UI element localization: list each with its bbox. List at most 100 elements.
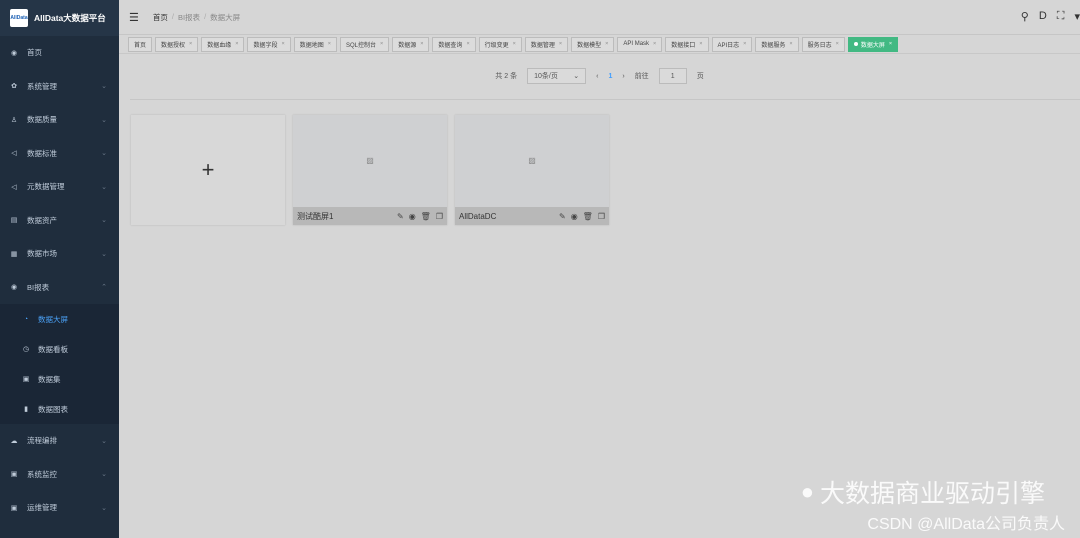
tag-label: 数据服务 (761, 42, 786, 49)
plus-icon: + (201, 157, 215, 182)
tag-label: 数据授权 (161, 42, 186, 49)
close-icon[interactable]: × (189, 41, 192, 47)
active-dot-icon (853, 42, 858, 46)
sidebar-item-0[interactable]: ◉ 首页 (0, 36, 119, 70)
app-logo[interactable]: AllData AllData大数据平台 (0, 0, 119, 36)
breadcrumb-bi[interactable]: BI报表 (178, 12, 200, 23)
page-number[interactable]: 1 (608, 73, 612, 80)
sidebar-item-1[interactable]: ◷ 数据看板 (0, 334, 119, 364)
tag-item[interactable]: API Mask × (617, 36, 663, 52)
chevron-down-icon: ⌄ (101, 150, 107, 158)
dataset-icon: ▣ (22, 376, 30, 383)
tag-item[interactable]: 数据血缘 × (201, 36, 245, 52)
tag-item[interactable]: 数据字段 × (247, 36, 291, 52)
sidebar-item-3[interactable]: ◁ 数据标准 ⌄ (0, 137, 119, 171)
image-placeholder-icon: ▨ (366, 155, 374, 165)
sidebar-item-label: 元数据管理 (27, 182, 65, 192)
close-icon[interactable]: × (699, 41, 702, 47)
sidebar-item-6[interactable]: ▦ 数据市场 ⌄ (0, 237, 119, 271)
goto-label: 前往 (634, 73, 649, 80)
tag-item[interactable]: 数据源 × (392, 36, 430, 52)
tag-item[interactable]: 数据授权 × (155, 36, 199, 52)
more-icon[interactable]: ▾ (1074, 10, 1080, 23)
sidebar-item-2[interactable]: ▣ 运维管理 ⌄ (0, 491, 119, 525)
copy-icon[interactable]: ❐ (436, 212, 443, 221)
prev-page-icon[interactable]: ‹ (596, 73, 598, 80)
close-icon[interactable]: × (235, 41, 238, 47)
breadcrumb-current: 数据大屏 (210, 12, 241, 22)
sidebar-item-label: 数据大屏 (38, 314, 68, 324)
delete-icon[interactable]: 🗑 (421, 212, 431, 221)
sidebar-item-label: 数据市场 (27, 249, 57, 259)
close-icon[interactable]: × (282, 41, 285, 47)
breadcrumb-home[interactable]: 首页 (153, 12, 168, 23)
sidebar-item-label: 数据集 (38, 374, 61, 384)
chevron-down-icon: ⌄ (573, 73, 580, 80)
screen-card[interactable]: ▨ AllDataDC ✎ ◉ 🗑 ❐ (455, 115, 609, 225)
close-icon[interactable]: × (743, 41, 746, 47)
goto-page-input[interactable]: 1 (658, 68, 687, 84)
close-icon[interactable]: × (836, 41, 839, 47)
delete-icon[interactable]: 🗑 (583, 212, 593, 221)
tag-item[interactable]: 服务日志 × (801, 36, 845, 52)
bar-chart-icon: ▮ (24, 406, 28, 413)
search-icon[interactable]: ⚲ (1021, 10, 1029, 23)
close-icon[interactable]: × (653, 41, 656, 47)
view-icon[interactable]: ◉ (409, 212, 416, 221)
sidebar-item-3[interactable]: ▮ 数据图表 (0, 394, 119, 424)
add-screen-card[interactable]: + (131, 115, 285, 225)
copy-icon[interactable]: ❐ (598, 212, 605, 221)
edit-icon[interactable]: ✎ (397, 212, 404, 221)
wechat-icon: ● (800, 479, 814, 504)
close-icon[interactable]: × (559, 41, 562, 47)
tag-item[interactable]: 数据服务 × (755, 36, 799, 52)
tag-item[interactable]: 数据查询 × (432, 36, 476, 52)
close-icon[interactable]: × (889, 41, 892, 47)
close-icon[interactable]: × (328, 41, 331, 47)
next-page-icon[interactable]: › (622, 73, 624, 80)
close-icon[interactable]: × (789, 41, 792, 47)
tag-item[interactable]: 首页 (128, 36, 153, 52)
chevron-down-icon: ⌄ (101, 250, 107, 258)
close-icon[interactable]: × (466, 41, 469, 47)
document-icon: ▤ (10, 217, 18, 225)
tag-item-active[interactable]: 数据大屏 × (847, 36, 899, 52)
sidebar-item-1[interactable]: ▣ 系统监控 ⌄ (0, 458, 119, 492)
fullscreen-icon[interactable]: ⛶ (1057, 10, 1065, 23)
chevron-down-icon: ⌄ (101, 504, 107, 512)
sidebar-item-0[interactable]: ◔ 数据大屏 (0, 304, 119, 334)
card-title: AllDataDC (459, 211, 497, 221)
tags-view: 首页 数据授权 × 数据血缘 × 数据字段 × 数据地图 × SQL控制台 × 数据源 × 数据查询 × 行级… (119, 35, 1080, 54)
sidebar-item-1[interactable]: ✿ 系统管理 ⌄ (0, 70, 119, 104)
pagination-total: 共 2 条 (495, 73, 518, 80)
screen-card[interactable]: ▨ 测试酷屏1 ✎ ◉ 🗑 ❐ (293, 115, 447, 225)
tag-item[interactable]: 数据模型 × (571, 36, 615, 52)
watermark: ● 大数据商业驱动引擎 (801, 474, 1045, 510)
tag-label: 数据管理 (530, 42, 555, 49)
tag-label: 服务日志 (807, 42, 832, 49)
hamburger-icon[interactable]: ☰ (129, 11, 139, 24)
sidebar-item-7[interactable]: ◉ BI报表 ⌃ (0, 271, 119, 305)
tag-item[interactable]: 数据地图 × (293, 36, 337, 52)
tag-label: 行级变更 (484, 42, 509, 49)
close-icon[interactable]: × (513, 41, 516, 47)
sidebar-item-4[interactable]: ◁ 元数据管理 ⌄ (0, 170, 119, 204)
sidebar-item-5[interactable]: ▤ 数据资产 ⌄ (0, 204, 119, 238)
edit-icon[interactable]: ✎ (559, 212, 566, 221)
tag-item[interactable]: 数据管理 × (524, 36, 569, 52)
tag-item[interactable]: SQL控制台 × (339, 36, 390, 52)
close-icon[interactable]: × (380, 41, 383, 47)
sidebar-item-0[interactable]: ☁ 流程编排 ⌄ (0, 424, 119, 458)
page-size-select[interactable]: 10条/页 ⌄ (527, 68, 587, 84)
doc-icon[interactable]: D (1039, 10, 1047, 23)
close-icon[interactable]: × (605, 41, 608, 47)
tag-item[interactable]: API日志 × (711, 36, 753, 52)
sidebar-item-2[interactable]: ♙ 数据质量 ⌄ (0, 103, 119, 137)
view-icon[interactable]: ◉ (571, 212, 578, 221)
monitor-icon: ▣ (10, 471, 18, 479)
tag-item[interactable]: 行级变更 × (478, 36, 522, 52)
tag-item[interactable]: 数据接口 × (665, 36, 709, 52)
close-icon[interactable]: × (420, 41, 423, 47)
sidebar-item-2[interactable]: ▣ 数据集 (0, 364, 119, 394)
card-title: 测试酷屏1 (297, 211, 334, 221)
